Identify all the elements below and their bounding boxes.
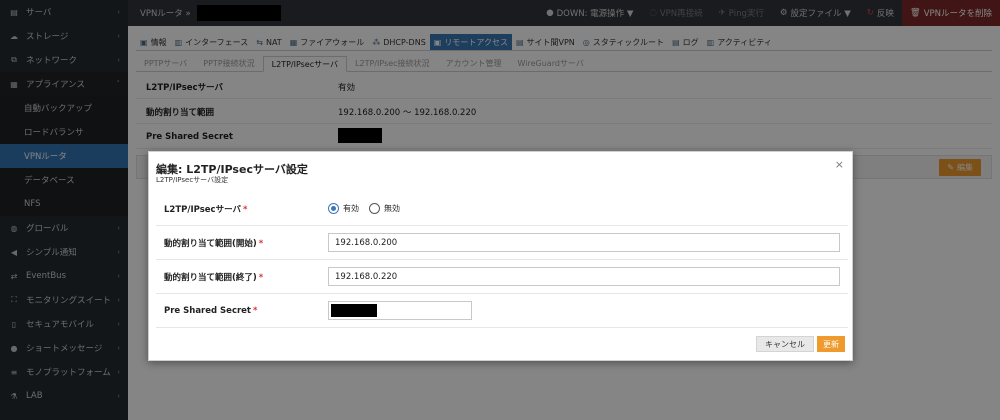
required-mark: * (258, 238, 264, 249)
range-end-label: 動的割り当て範囲(終了) (164, 272, 257, 283)
range-start-label: 動的割り当て範囲(開始) (164, 238, 257, 249)
radio-disable-icon (369, 203, 380, 214)
range-start-input[interactable] (328, 233, 840, 252)
modal-row-psk: Pre Shared Secret * (156, 294, 848, 328)
radio-enable[interactable]: 有効 (328, 203, 359, 214)
required-mark: * (258, 272, 264, 283)
server-field-label: L2TP/IPsecサーバ (164, 204, 241, 215)
redacted-psk-input (331, 304, 377, 317)
radio-disable-label: 無効 (384, 204, 400, 213)
edit-modal: 編集: L2TP/IPsecサーバ設定 L2TP/IPsecサーバ設定 × L2… (148, 151, 853, 361)
save-button[interactable]: 更新 (817, 336, 845, 352)
close-icon[interactable]: × (835, 158, 844, 171)
cancel-button[interactable]: キャンセル (756, 336, 814, 352)
psk-input[interactable] (328, 301, 472, 320)
range-end-input[interactable] (328, 267, 840, 286)
modal-row-server: L2TP/IPsecサーバ * 有効 無効 (156, 192, 848, 226)
modal-row-range-start: 動的割り当て範囲(開始) * (156, 226, 848, 260)
modal-row-range-end: 動的割り当て範囲(終了) * (156, 260, 848, 294)
radio-enable-icon (328, 203, 339, 214)
radio-enable-label: 有効 (343, 204, 359, 213)
psk-field-label: Pre Shared Secret (164, 305, 252, 316)
modal-subtitle: L2TP/IPsecサーバ設定 (156, 176, 229, 184)
radio-disable[interactable]: 無効 (369, 203, 400, 214)
required-mark: * (253, 305, 258, 316)
required-mark: * (242, 204, 248, 215)
